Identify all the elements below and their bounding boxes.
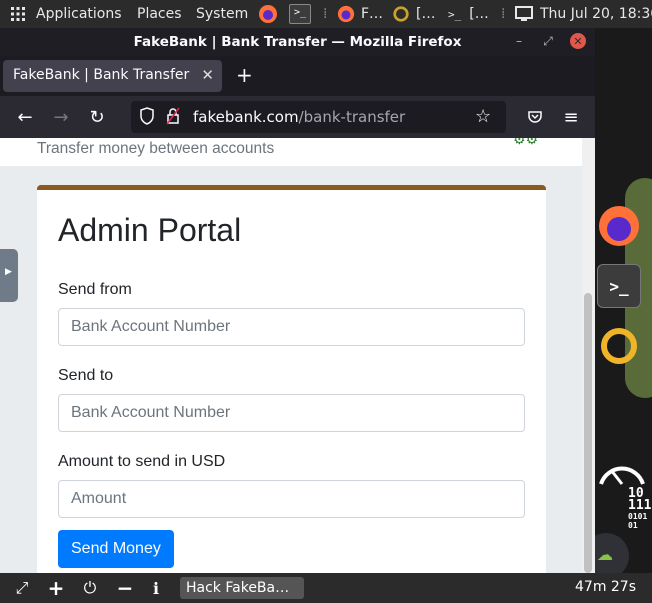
page-title: Admin Portal <box>58 212 242 248</box>
send-from-label: Send from <box>58 281 132 298</box>
system-menu[interactable]: System <box>196 0 248 28</box>
forward-icon[interactable]: → <box>49 105 73 129</box>
transfer-form-card: Admin Portal Send from Send to Amount to… <box>37 185 546 573</box>
window-title: FakeBank | Bank Transfer — Mozilla Firef… <box>133 34 462 50</box>
reload-icon[interactable]: ↻ <box>85 105 109 129</box>
title-bar[interactable]: FakeBank | Bank Transfer — Mozilla Firef… <box>0 28 595 56</box>
page-header: Transfer money between accounts ⚙⚙ <box>0 138 582 166</box>
new-tab-icon[interactable]: + <box>236 63 253 87</box>
amount-input[interactable] <box>58 480 525 518</box>
binary-line-2: 111 <box>628 498 652 513</box>
send-money-button[interactable]: Send Money <box>58 530 174 568</box>
url-text[interactable]: fakebank.com/bank-transfer <box>193 108 405 126</box>
top-panel: Applications Places System >_ ⁞ F… [… >_… <box>0 0 652 28</box>
maximize-icon[interactable]: ⤢ <box>540 33 556 49</box>
amount-label: Amount to send in USD <box>58 453 226 470</box>
taskbar-item-2-label: [… <box>416 6 436 22</box>
taskbar-item-3-label: [… <box>469 6 489 22</box>
separator: ⁞ <box>323 6 328 22</box>
apps-grid-icon[interactable] <box>10 0 26 28</box>
scrollbar-thumb[interactable] <box>584 293 592 573</box>
power-icon[interactable]: ⏻ <box>80 578 100 598</box>
expand-arrow-icon: ▶ <box>5 267 12 277</box>
firefox-dock-icon[interactable] <box>597 204 641 248</box>
monitor-icon[interactable] <box>515 0 533 28</box>
menu-icon[interactable]: ≡ <box>559 105 583 129</box>
close-window-icon[interactable]: ✕ <box>570 33 586 49</box>
firefox-icon <box>337 5 355 23</box>
applications-menu[interactable]: Applications <box>36 0 122 28</box>
separator: ⁞ <box>501 6 506 22</box>
minus-icon[interactable]: − <box>115 576 135 600</box>
send-from-input[interactable] <box>58 308 525 346</box>
firefox-launcher-icon[interactable] <box>258 0 278 28</box>
url-bar[interactable]: fakebank.com/bank-transfer ☆ <box>131 101 506 133</box>
hack-fakebank-task[interactable]: Hack FakeBa… <box>180 577 304 599</box>
taskbar-firefox-label: F… <box>361 6 384 22</box>
side-panel-handle[interactable]: ▶ <box>0 249 18 302</box>
binary-line-4: 01 <box>628 521 638 530</box>
desktop-background: >_ 10 111 0101 01 ☁ <box>595 28 652 573</box>
plus-icon[interactable]: + <box>46 576 66 600</box>
sync-icon <box>393 6 409 22</box>
bookmark-star-icon[interactable]: ☆ <box>475 106 491 127</box>
taskbar-item-3[interactable]: >_ [… <box>448 0 489 28</box>
url-path: /bank-transfer <box>298 108 406 126</box>
url-host: fakebank.com <box>193 108 299 126</box>
places-menu[interactable]: Places <box>137 0 182 28</box>
timer: 47m 27s <box>575 579 637 595</box>
binary-graphic: 10 111 0101 01 <box>628 487 652 530</box>
fullscreen-icon[interactable]: ⤢ <box>12 578 32 598</box>
bottom-panel: ⤢ + ⏻ − ℹ Hack FakeBa… 47m 27s <box>0 573 652 603</box>
chat-bubble-icon[interactable]: ☁ <box>595 533 629 573</box>
terminal-icon: >_ <box>448 7 462 21</box>
gears-icon: ⚙⚙ <box>513 138 539 148</box>
terminal-dock-icon[interactable]: >_ <box>597 264 641 308</box>
pocket-icon[interactable] <box>523 105 547 129</box>
taskbar-item-2[interactable]: [… <box>392 0 435 28</box>
lock-icon[interactable] <box>166 107 180 129</box>
page-subtitle: Transfer money between accounts <box>37 140 275 157</box>
nav-bar: ← → ↻ fakebank.com/bank-transfer ☆ ≡ <box>0 96 595 138</box>
terminal-launcher-icon[interactable]: >_ <box>289 0 311 28</box>
close-tab-icon[interactable]: ✕ <box>201 66 214 84</box>
minimize-icon[interactable]: – <box>511 33 527 49</box>
sync-dock-icon[interactable] <box>597 324 641 368</box>
back-icon[interactable]: ← <box>13 105 37 129</box>
page-content: Transfer money between accounts ⚙⚙ Admin… <box>0 138 595 573</box>
send-to-label: Send to <box>58 367 114 384</box>
tab-label: FakeBank | Bank Transfer <box>13 67 190 83</box>
taskbar-firefox[interactable]: F… <box>337 0 383 28</box>
send-to-input[interactable] <box>58 394 525 432</box>
binary-line-3: 0101 <box>628 512 648 521</box>
info-icon[interactable]: ℹ <box>146 578 166 598</box>
shield-icon[interactable] <box>140 107 154 129</box>
clock[interactable]: Thu Jul 20, 18:36 <box>540 0 652 28</box>
tab-fakebank[interactable]: FakeBank | Bank Transfer ✕ <box>3 60 222 92</box>
tab-bar: FakeBank | Bank Transfer ✕ <box>0 56 595 96</box>
firefox-window: FakeBank | Bank Transfer — Mozilla Firef… <box>0 28 595 573</box>
